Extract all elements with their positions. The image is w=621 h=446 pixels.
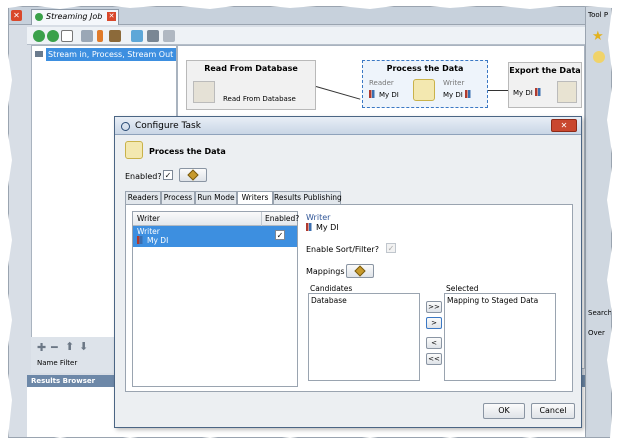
step-title: Export the Data — [509, 66, 581, 75]
writers-table: Writer Enabled? Writer My DI ✓ — [132, 211, 299, 387]
sort-filter-label: Enable Sort/Filter? — [306, 245, 379, 254]
editor-tab-streaming-job[interactable]: Streaming Job ✕ — [31, 9, 119, 25]
editor-toolbar — [27, 27, 585, 45]
search-label[interactable]: Search — [588, 309, 611, 317]
edit-mappings-button[interactable] — [346, 264, 374, 278]
tab-readers[interactable]: Readers — [125, 191, 161, 204]
edit-task-button[interactable] — [179, 168, 207, 182]
edit-icon[interactable] — [109, 30, 121, 42]
writers-table-header: Writer Enabled? — [133, 212, 299, 226]
cancel-button[interactable]: Cancel — [531, 403, 575, 419]
detail-writer-value: My DI — [306, 223, 339, 232]
split-icon[interactable] — [81, 30, 93, 42]
mail-icon[interactable] — [61, 30, 73, 42]
step-export-the-data[interactable]: Export the Data My DI — [508, 62, 582, 108]
row-writer-label: Writer — [137, 227, 160, 236]
database-reader-icon — [193, 81, 215, 103]
row-writer-value: My DI — [137, 236, 168, 245]
remove-icon[interactable]: ━ — [51, 341, 58, 354]
selected-label: Selected — [446, 284, 479, 293]
stream-icon — [35, 51, 43, 57]
sort-filter-checkbox[interactable]: ✓ — [386, 243, 396, 253]
mappings-label: Mappings — [306, 267, 345, 276]
step-title: Read From Database — [204, 64, 298, 73]
dialog-title-bar: Configure Task ✕ — [115, 117, 581, 135]
detail-writer-label: Writer — [306, 213, 331, 222]
tool-palette-label: Tool P — [588, 11, 609, 19]
star-icon[interactable]: ★ — [592, 29, 604, 44]
dialog-close-button[interactable]: ✕ — [551, 119, 577, 132]
data-interface-icon — [369, 90, 377, 98]
enabled-checkbox[interactable]: ✓ — [163, 170, 173, 180]
col-writer: Writer — [137, 214, 160, 223]
ok-button[interactable]: OK — [483, 403, 525, 419]
export-icon — [557, 81, 577, 103]
step-title: Process the Data — [386, 64, 464, 73]
tree-item-stream[interactable]: Stream in, Process, Stream Out — [46, 48, 176, 61]
run-step-icon[interactable] — [47, 30, 59, 42]
zoom-icon[interactable] — [147, 30, 159, 42]
close-view-icon[interactable]: ✕ — [11, 10, 22, 21]
editor-tab-label: Streaming Job — [46, 12, 103, 21]
dialog-icon — [121, 122, 130, 131]
data-interface-icon — [465, 90, 474, 98]
table-row[interactable]: Writer My DI ✓ — [133, 226, 297, 247]
pencil-icon — [187, 169, 199, 181]
process-icon — [413, 79, 435, 101]
task-name: Process the Data — [149, 147, 226, 156]
connector-read-process — [315, 86, 361, 100]
tab-results-publishing[interactable]: Results Publishing — [273, 191, 342, 204]
overview-label[interactable]: Over — [588, 329, 605, 337]
col-enabled: Enabled? — [261, 212, 299, 226]
close-tab-icon[interactable]: ✕ — [107, 12, 116, 21]
reader-value: My DI — [369, 90, 399, 99]
editor-tab-strip: ✕ Streaming Job ✕ — [9, 7, 585, 25]
marker-icon[interactable] — [97, 30, 103, 42]
enabled-label: Enabled? — [125, 172, 162, 181]
move-up-icon[interactable]: ⬆ — [65, 340, 74, 353]
data-interface-icon — [137, 236, 145, 244]
job-icon — [35, 13, 43, 21]
move-all-left-button[interactable]: << — [426, 353, 442, 365]
pin-icon[interactable] — [163, 30, 175, 42]
step-process-the-data[interactable]: Process the Data Reader My DI Writer My … — [362, 60, 488, 108]
configure-task-dialog: Configure Task ✕ Process the Data Enable… — [114, 116, 582, 428]
tool-palette-strip: Tool P ★ Search Over — [585, 7, 611, 437]
add-icon[interactable]: ✚ — [37, 341, 46, 354]
data-interface-icon — [535, 88, 544, 96]
list-item[interactable]: Mapping to Staged Data — [447, 296, 553, 305]
move-all-right-button[interactable]: >> — [426, 301, 442, 313]
candidates-label: Candidates — [310, 284, 353, 293]
writer-value: My DI — [443, 90, 475, 99]
step-read-from-database[interactable]: Read From Database Read From Database — [186, 60, 316, 110]
move-left-button[interactable]: < — [426, 337, 442, 349]
process-tool-icon[interactable] — [593, 51, 605, 63]
tab-process[interactable]: Process — [161, 191, 195, 204]
name-filter-label: Name Filter — [37, 359, 78, 367]
step-sub-label: Read From Database — [223, 95, 296, 103]
tab-run-mode[interactable]: Run Mode — [195, 191, 237, 204]
writers-tab-panel: Writer Enabled? Writer My DI ✓ Writer My… — [125, 204, 573, 392]
refresh-icon[interactable] — [131, 30, 143, 42]
process-task-icon — [125, 141, 143, 159]
dialog-title: Configure Task — [135, 121, 201, 131]
move-down-icon[interactable]: ⬇ — [79, 340, 88, 353]
selected-list[interactable]: Mapping to Staged Data — [444, 293, 556, 381]
list-item[interactable]: Database — [311, 296, 417, 305]
reader-label: Reader — [369, 79, 394, 87]
tab-writers[interactable]: Writers — [237, 191, 273, 205]
candidates-list[interactable]: Database — [308, 293, 420, 381]
data-interface-icon — [306, 223, 314, 231]
row-enabled-checkbox[interactable]: ✓ — [275, 230, 285, 240]
export-input-value: My DI — [513, 88, 545, 97]
pencil-icon — [354, 265, 366, 277]
move-right-button[interactable]: > — [426, 317, 442, 329]
run-icon[interactable] — [33, 30, 45, 42]
writer-label: Writer — [443, 79, 465, 87]
connector-process-export — [488, 90, 508, 91]
